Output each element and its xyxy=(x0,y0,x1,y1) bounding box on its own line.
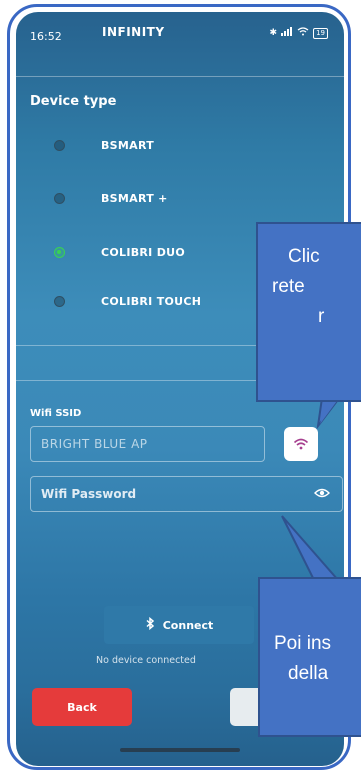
bluetooth-icon: ✱ xyxy=(269,28,278,38)
callout-line: r xyxy=(318,306,325,327)
wifi-ssid-label: Wifi SSID xyxy=(30,408,82,419)
signal-icon xyxy=(281,27,293,39)
annotation-callout: Clic rete r xyxy=(256,222,361,402)
status-icons: ✱ 19 xyxy=(270,27,328,39)
radio-option-bsmart-plus[interactable]: BSMART + xyxy=(54,188,168,208)
bluetooth-icon xyxy=(145,616,155,633)
radio-label: BSMART + xyxy=(101,191,168,205)
radio-label: COLIBRI DUO xyxy=(101,245,186,259)
battery-icon: 19 xyxy=(313,27,328,39)
radio-button[interactable] xyxy=(54,139,65,151)
wifi-password-placeholder: Wifi Password xyxy=(41,487,137,501)
eye-icon[interactable] xyxy=(314,486,330,503)
radio-option-colibri-touch[interactable]: COLIBRI TOUCH xyxy=(54,291,201,311)
wifi-password-input[interactable]: Wifi Password xyxy=(30,476,343,512)
radio-button-selected[interactable] xyxy=(54,246,65,258)
divider xyxy=(16,76,344,77)
wifi-scan-button[interactable] xyxy=(284,427,318,461)
callout-line: della xyxy=(288,663,329,684)
radio-label: COLIBRI TOUCH xyxy=(101,294,202,308)
device-type-title: Device type xyxy=(30,94,117,109)
status-time: 16:52 xyxy=(30,30,62,43)
connection-status-text: No device connected xyxy=(96,655,196,666)
radio-label: BSMART xyxy=(101,138,155,152)
wifi-ssid-input[interactable]: BRIGHT BLUE AP xyxy=(30,426,265,462)
status-bar: 16:52 INFINITY ✱ 19 xyxy=(16,12,344,52)
app-title: INFINITY xyxy=(102,25,165,39)
wifi-icon xyxy=(293,435,309,454)
radio-button[interactable] xyxy=(54,295,65,307)
radio-option-bsmart[interactable]: BSMART xyxy=(54,135,154,155)
radio-option-colibri-duo[interactable]: COLIBRI DUO xyxy=(54,242,185,262)
radio-button[interactable] xyxy=(54,192,65,204)
callout-line: rete xyxy=(272,276,305,297)
callout-tail xyxy=(281,515,340,581)
callout-line: Clic xyxy=(288,246,320,267)
back-button[interactable]: Back xyxy=(32,688,132,726)
callout-line: Poi ins xyxy=(274,633,332,654)
connect-button-label: Connect xyxy=(162,618,214,632)
annotation-callout: Poi ins della xyxy=(258,577,361,737)
home-indicator xyxy=(120,748,240,752)
connect-button[interactable]: Connect xyxy=(104,606,254,644)
wifi-status-icon xyxy=(297,27,309,39)
